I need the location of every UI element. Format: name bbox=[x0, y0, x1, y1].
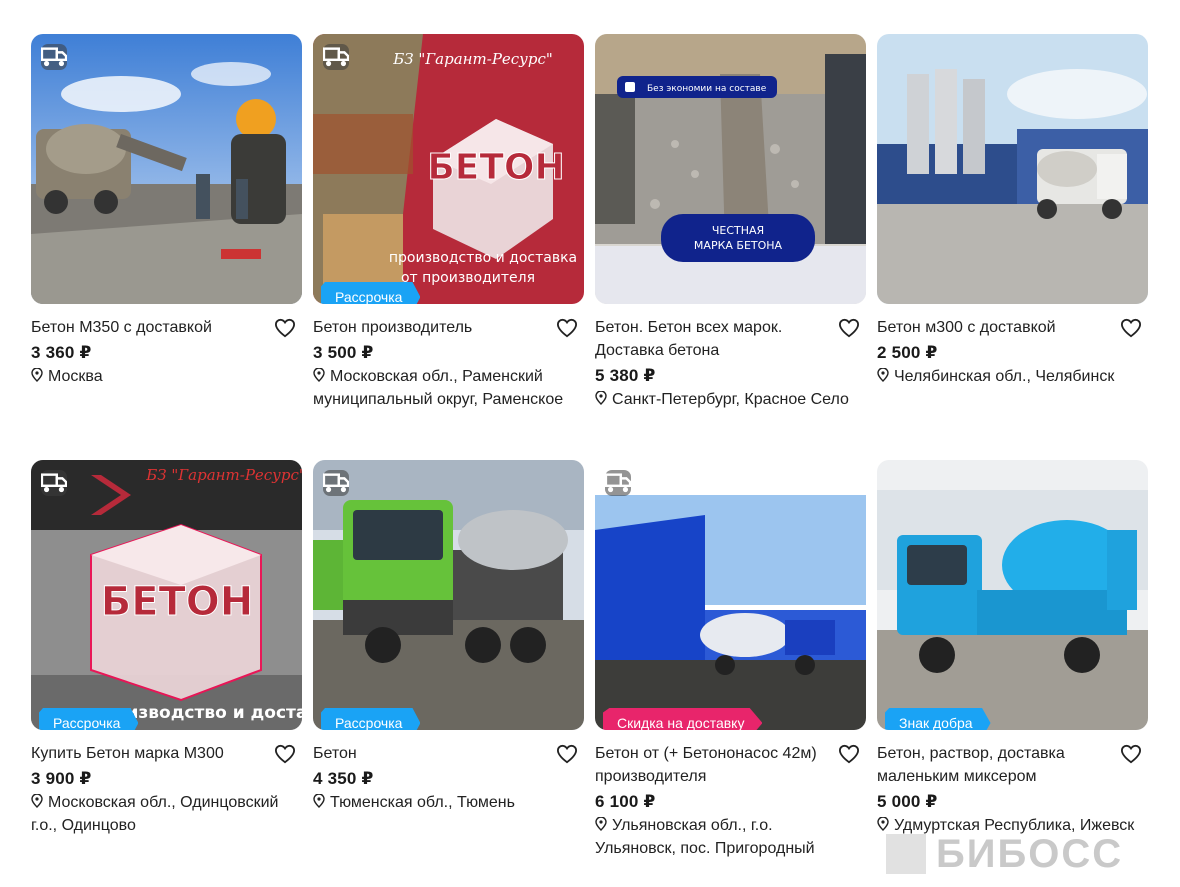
installment-badge: Рассрочка bbox=[321, 282, 421, 304]
map-pin-icon bbox=[31, 794, 43, 808]
listing-image[interactable]: Рассрочка bbox=[313, 460, 584, 730]
listing-card[interactable]: Скидка на доставку Бетон от (+ Бетононас… bbox=[595, 460, 866, 886]
promo-tagline: ЧЕСТНАЯ bbox=[712, 224, 764, 237]
listing-title[interactable]: Бетон м300 с доставкой bbox=[877, 316, 1117, 339]
listing-title[interactable]: Бетон, раствор, доставка маленьким миксе… bbox=[877, 742, 1117, 788]
truck-icon bbox=[605, 473, 631, 493]
concrete-plant-photo bbox=[877, 34, 1148, 304]
listing-card[interactable]: Рассрочка Бетон 4 350 ₽ Тюменская обл., … bbox=[313, 460, 584, 886]
watermark-logo-icon bbox=[886, 834, 926, 874]
map-pin-icon bbox=[313, 794, 325, 808]
map-pin-icon bbox=[877, 368, 889, 382]
truck-icon bbox=[323, 473, 349, 493]
listing-image[interactable]: БЗ "Гарант-Ресурс" БЕТОН производство и … bbox=[31, 460, 302, 730]
listing-card[interactable]: БЗ "Гарант-Ресурс" БЕТОН производство и … bbox=[31, 460, 302, 886]
listing-title[interactable]: Бетон производитель bbox=[313, 316, 553, 339]
listing-price: 5 000 ₽ bbox=[877, 792, 938, 811]
listing-title[interactable]: Бетон bbox=[313, 742, 553, 765]
green-mixer-trucks-photo bbox=[313, 460, 584, 730]
delivery-badge bbox=[323, 470, 349, 496]
promo-heading: БЗ "Гарант-Ресурс" bbox=[145, 466, 302, 484]
delivery-badge bbox=[41, 44, 67, 70]
heart-icon[interactable] bbox=[274, 744, 296, 764]
listing-title[interactable]: Бетон от (+ Бетононасос 42м) производите… bbox=[595, 742, 835, 788]
listing-location: Ульяновская обл., г.о. Ульяновск, пос. П… bbox=[595, 817, 815, 857]
listing-title[interactable]: Бетон. Бетон всех марок. Доставка бетона bbox=[595, 316, 835, 362]
listing-card[interactable]: Бетон м300 с доставкой 2 500 ₽ Челябинск… bbox=[877, 34, 1148, 460]
truck-icon bbox=[41, 47, 67, 67]
delivery-badge bbox=[41, 470, 67, 496]
heart-icon[interactable] bbox=[556, 318, 578, 338]
installment-badge: Рассрочка bbox=[39, 708, 139, 730]
delivery-badge bbox=[323, 44, 349, 70]
listing-title[interactable]: Бетон М350 с доставкой bbox=[31, 316, 271, 339]
listing-price: 4 350 ₽ bbox=[313, 769, 374, 788]
listing-card[interactable]: Знак добра Бетон, раствор, доставка мале… bbox=[877, 460, 1148, 886]
listing-location: Москва bbox=[31, 365, 293, 388]
promo-note: от производителя bbox=[401, 270, 535, 286]
listing-location: Санкт-Петербург, Красное Село bbox=[595, 388, 857, 411]
site-watermark: БИБОСС bbox=[886, 832, 1123, 876]
listing-price: 6 100 ₽ bbox=[595, 792, 656, 811]
listing-location: Московская обл., Раменский муниципальный… bbox=[313, 368, 564, 408]
listing-price: 2 500 ₽ bbox=[877, 343, 938, 362]
promo-tagline: производство и доставка bbox=[389, 250, 577, 266]
listing-image[interactable]: БЗ "Гарант-Ресурс" БЕТОН производство и … bbox=[313, 34, 584, 304]
listing-image[interactable]: Знак добра bbox=[877, 460, 1148, 730]
map-pin-icon bbox=[31, 368, 43, 382]
listing-image[interactable]: Без экономии на составе ЧЕСТНАЯ МАРКА БЕ… bbox=[595, 34, 866, 304]
map-pin-icon bbox=[313, 368, 325, 382]
promo-product: БЕТОН bbox=[427, 147, 564, 188]
heart-icon[interactable] bbox=[838, 318, 860, 338]
heart-icon[interactable] bbox=[1120, 318, 1142, 338]
map-pin-icon bbox=[595, 817, 607, 831]
good-sign-badge: Знак добра bbox=[885, 708, 991, 730]
listing-price: 3 500 ₽ bbox=[313, 343, 374, 362]
listing-price: 5 380 ₽ bbox=[595, 366, 656, 385]
listing-image[interactable]: Скидка на доставку bbox=[595, 460, 866, 730]
heart-icon[interactable] bbox=[556, 744, 578, 764]
blue-mixer-truck-photo bbox=[877, 460, 1148, 730]
beton-promo-image: БЗ "Гарант-Ресурс" БЕТОН производство и … bbox=[31, 460, 302, 730]
map-pin-icon bbox=[877, 817, 889, 831]
listing-image[interactable] bbox=[31, 34, 302, 304]
listing-location: Тюменская обл., Тюмень bbox=[313, 791, 575, 814]
listing-card[interactable]: Без экономии на составе ЧЕСТНАЯ МАРКА БЕ… bbox=[595, 34, 866, 460]
promo-subtitle: Без экономии на составе bbox=[647, 84, 767, 94]
watermark-text: БИБОСС bbox=[936, 831, 1124, 876]
map-pin-icon bbox=[595, 391, 607, 405]
listing-location: Челябинская обл., Челябинск bbox=[877, 365, 1139, 388]
listing-title[interactable]: Купить Бетон марка М300 bbox=[31, 742, 271, 765]
beton-promo-image: БЗ "Гарант-Ресурс" БЕТОН производство и … bbox=[313, 34, 584, 304]
listing-price: 3 900 ₽ bbox=[31, 769, 92, 788]
listing-price: 3 360 ₽ bbox=[31, 343, 92, 362]
listing-card[interactable]: БЗ "Гарант-Ресурс" БЕТОН производство и … bbox=[313, 34, 584, 460]
promo-heading: БЗ "Гарант-Ресурс" bbox=[392, 50, 553, 68]
heart-icon[interactable] bbox=[1120, 744, 1142, 764]
listings-grid: Бетон М350 с доставкой 3 360 ₽ Москва БЗ… bbox=[31, 34, 1148, 886]
gravel-pouring-photo: Без экономии на составе ЧЕСТНАЯ МАРКА БЕ… bbox=[595, 34, 866, 304]
listing-image[interactable] bbox=[877, 34, 1148, 304]
heart-icon[interactable] bbox=[274, 318, 296, 338]
promo-product: БЕТОН bbox=[101, 579, 254, 625]
listing-card[interactable]: Бетон М350 с доставкой 3 360 ₽ Москва bbox=[31, 34, 302, 460]
blue-plant-photo bbox=[595, 460, 866, 730]
listing-location: Московская обл., Одинцовский г.о., Одинц… bbox=[31, 794, 279, 834]
truck-icon bbox=[323, 47, 349, 67]
installment-badge: Рассрочка bbox=[321, 708, 421, 730]
heart-icon[interactable] bbox=[838, 744, 860, 764]
delivery-discount-badge: Скидка на доставку bbox=[603, 708, 763, 730]
truck-icon bbox=[41, 473, 67, 493]
promo-product: МАРКА БЕТОНА bbox=[694, 239, 783, 252]
delivery-badge bbox=[605, 470, 631, 496]
concrete-pouring-photo bbox=[31, 34, 302, 304]
